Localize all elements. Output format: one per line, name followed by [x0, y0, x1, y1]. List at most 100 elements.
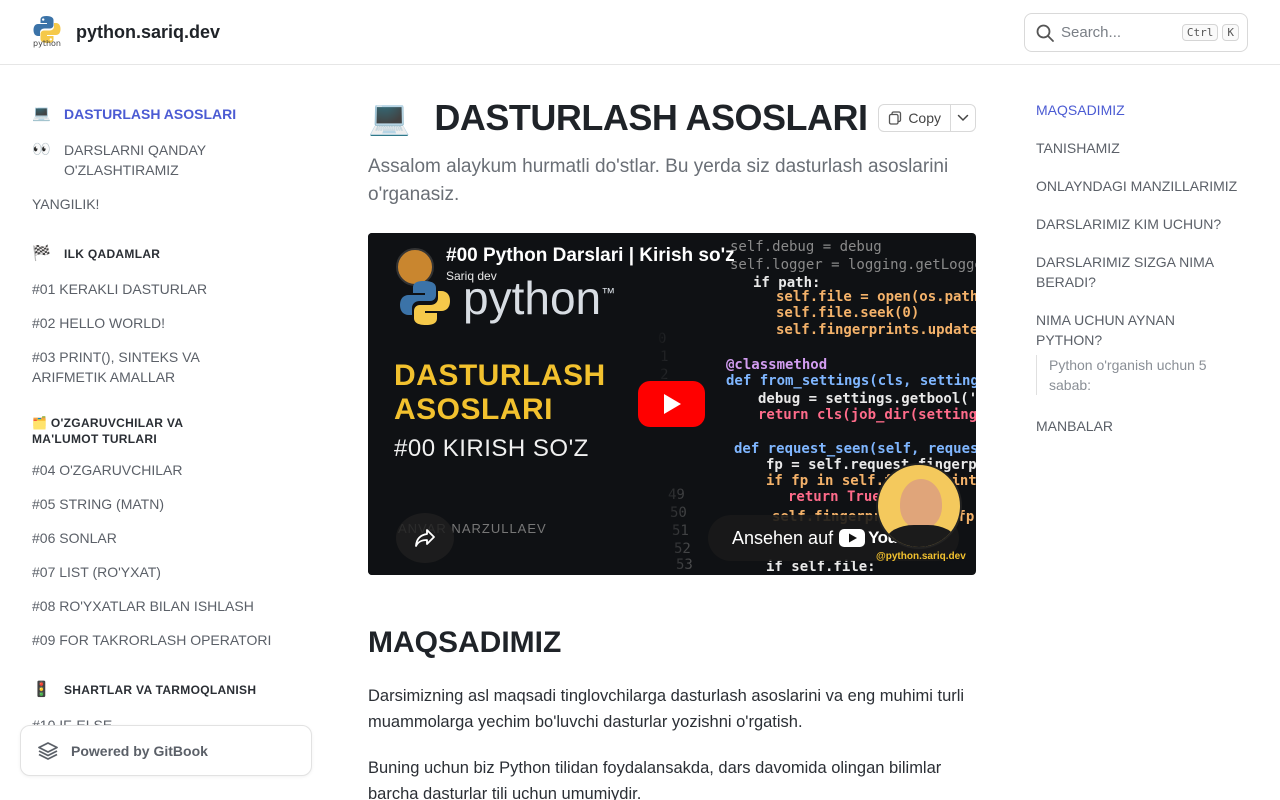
toc-item-maqsadimiz[interactable]: MAQSADIMIZ — [1036, 100, 1248, 120]
eyes-icon: 👀 — [32, 141, 51, 158]
sidebar-item-label: #08 RO'YXATLAR BILAN ISHLASH — [32, 598, 254, 614]
sidebar-item-label: DASTURLASH ASOSLARI — [64, 106, 237, 122]
sidebar-item-lesson-04[interactable]: #04 O'ZGARUVCHILAR — [32, 460, 183, 480]
toc-item-onlayndagi-manzillarimiz[interactable]: ONLAYNDAGI MANZILLARIMIZ — [1036, 176, 1248, 196]
video-headline-1: DASTURLASH — [394, 359, 606, 392]
laptop-icon: 💻 — [368, 99, 411, 137]
copy-icon — [889, 111, 902, 125]
watch-label: Ansehen auf — [732, 527, 834, 548]
code-line: return True — [788, 489, 881, 505]
code-line: self.debug = debug — [730, 239, 882, 255]
sidebar-item-label: DARSLARNI QANDAY O'ZLASHTIRAMIZ — [64, 142, 206, 178]
search-placeholder: Search... — [1061, 24, 1122, 41]
left-sidebar: 💻 DASTURLASH ASOSLARI 👀 DARSLARNI QANDAY… — [0, 65, 330, 800]
presenter-avatar — [876, 463, 962, 549]
play-button[interactable] — [638, 381, 705, 427]
shortcut-key-ctrl: Ctrl — [1181, 24, 1219, 41]
sidebar-item-darslarni-qanday[interactable]: 👀 DARSLARNI QANDAY O'ZLASHTIRAMIZ — [32, 140, 234, 180]
youtube-video-embed[interactable]: self.debug = debug self.logger = logging… — [368, 233, 976, 575]
code-line: debug = settings.getbool('DUPE — [758, 391, 976, 407]
video-headline-2: ASOSLARI — [394, 393, 554, 426]
copy-label: Copy — [908, 110, 941, 126]
video-headline-3: #00 KIRISH SO'Z — [394, 435, 589, 462]
file-dividers-icon: 🗂️ — [32, 416, 48, 430]
laptop-icon: 💻 — [32, 105, 51, 122]
top-header: python python.sariq.dev Search... Ctrl K — [0, 0, 1280, 65]
brand-link[interactable]: python python.sariq.dev — [32, 15, 220, 49]
python-logo-icon: python — [32, 15, 62, 49]
section-ozgaruvchilar: 🗂️ O'ZGARUVCHILAR VA MA'LUMOT TURLARI — [32, 415, 222, 447]
section-title-label: 🗂️ O'ZGARUVCHILAR VA MA'LUMOT TURLARI — [32, 415, 222, 447]
section-ilk-qadamlar: 🏁 ILK QADAMLAR — [32, 246, 160, 262]
sidebar-item-label: #04 O'ZGARUVCHILAR — [32, 462, 183, 478]
table-of-contents: MAQSADIMIZ TANISHAMIZ ONLAYNDAGI MANZILL… — [1036, 65, 1256, 800]
share-button[interactable] — [396, 513, 454, 563]
powered-by-label: Powered by GitBook — [71, 742, 208, 759]
sidebar-item-lesson-05[interactable]: #05 STRING (MATN) — [32, 494, 164, 514]
video-watermark: @python.sariq.dev — [876, 551, 966, 562]
face-shape — [900, 479, 942, 529]
paragraph: Buning uchun biz Python tilidan foydalan… — [368, 759, 942, 800]
code-line: self.logger = logging.getLogger — [730, 257, 976, 273]
sidebar-item-lesson-02[interactable]: #02 HELLO WORLD! — [32, 313, 165, 333]
section-title-label: SHARTLAR VA TARMOQLANISH — [64, 683, 257, 697]
sidebar-item-dasturlash-asoslari[interactable]: 💻 DASTURLASH ASOSLARI — [32, 104, 236, 124]
toc-subitem-python-sabab[interactable]: Python o'rganish uchun 5 sabab: — [1036, 355, 1236, 395]
sidebar-item-label: YANGILIK! — [32, 196, 100, 212]
site-title[interactable]: python.sariq.dev — [76, 22, 220, 43]
copy-button-group: Copy — [878, 104, 976, 132]
code-line: self.file = open(os.path.join — [776, 289, 976, 305]
search-icon — [1036, 24, 1054, 42]
toc-item-manbalar[interactable]: MANBALAR — [1036, 416, 1248, 436]
toc-item-darslarimiz-kim-uchun[interactable]: DARSLARIMIZ KIM UCHUN? — [1036, 214, 1248, 234]
logo-caption: python — [33, 39, 61, 48]
toc-item-tanishamiz[interactable]: TANISHAMIZ — [1036, 138, 1248, 158]
sidebar-item-label: #06 SONLAR — [32, 530, 117, 546]
code-line: def request_seen(self, request): — [734, 441, 976, 457]
sidebar-item-label: #07 LIST (RO'YXAT) — [32, 564, 161, 580]
video-title[interactable]: #00 Python Darslari | Kirish so'z — [446, 245, 735, 267]
paragraph: Darsimizning asl maqsadi tinglovchilarga… — [368, 687, 965, 731]
copy-button[interactable]: Copy — [879, 105, 951, 131]
code-line: @classmethod — [726, 357, 828, 373]
python-wordmark: python™ — [463, 271, 615, 325]
traffic-light-icon: 🚦 — [32, 681, 51, 698]
code-line: return cls(job_dir(settings), — [758, 407, 976, 423]
sidebar-item-label: #01 KERAKLI DASTURLAR — [32, 281, 208, 297]
code-line: def from_settings(cls, settings): — [726, 373, 976, 389]
sidebar-item-lesson-08[interactable]: #08 RO'YXATLAR BILAN ISHLASH — [32, 596, 254, 616]
sidebar-item-lesson-09[interactable]: #09 FOR TAKRORLASH OPERATORI — [32, 630, 271, 650]
sidebar-item-lesson-06[interactable]: #06 SONLAR — [32, 528, 117, 548]
search-input[interactable]: Search... Ctrl K — [1024, 13, 1248, 52]
python-wordmark-text: python — [463, 272, 602, 324]
main-content: 💻 DASTURLASH ASOSLARI Copy Assalom alayk… — [368, 65, 976, 800]
gitbook-icon — [38, 741, 58, 760]
sidebar-item-lesson-03[interactable]: #03 PRINT(), SINTEKS VA ARIFMETIK AMALLA… — [32, 347, 202, 387]
youtube-icon — [839, 529, 866, 547]
page-header: 💻 DASTURLASH ASOSLARI Copy — [368, 97, 976, 139]
sidebar-item-label: #03 PRINT(), SINTEKS VA ARIFMETIK AMALLA… — [32, 349, 200, 385]
section-title-text: O'ZGARUVCHILAR VA MA'LUMOT TURLARI — [32, 416, 183, 446]
chevron-down-icon — [957, 114, 969, 122]
toc-item-nima-uchun-python[interactable]: NIMA UCHUN AYNAN PYTHON? — [1036, 310, 1196, 350]
powered-by-gitbook-link[interactable]: Powered by GitBook — [20, 725, 312, 776]
page-subtitle: Assalom alaykum hurmatli do'stlar. Bu ye… — [368, 156, 949, 205]
python-logo-icon — [400, 281, 450, 325]
code-line: self.fingerprints.update(x.rs — [776, 322, 976, 338]
toc-item-darslarimiz-sizga-nima-beradi[interactable]: DARSLARIMIZ SIZGA NIMA BERADI? — [1036, 252, 1226, 292]
section-shartlar: 🚦 SHARTLAR VA TARMOQLANISH — [32, 682, 256, 698]
code-line: if self.file: — [766, 559, 876, 575]
shortcut-key-k: K — [1222, 24, 1239, 41]
sidebar-item-label: #09 FOR TAKRORLASH OPERATORI — [32, 632, 272, 648]
sidebar-item-lesson-01[interactable]: #01 KERAKLI DASTURLAR — [32, 279, 207, 299]
copy-options-dropdown[interactable] — [951, 105, 975, 131]
shirt-shape — [886, 525, 956, 547]
checkered-flag-icon: 🏁 — [32, 245, 51, 262]
section-title-label: ILK QADAMLAR — [64, 247, 161, 261]
sidebar-item-yangilik[interactable]: YANGILIK! — [32, 194, 99, 214]
page-title: DASTURLASH ASOSLARI — [434, 97, 868, 138]
trademark-mark: ™ — [601, 284, 616, 301]
play-icon — [663, 394, 681, 414]
section-heading-maqsadimiz: MAQSADIMIZ — [368, 626, 562, 659]
sidebar-item-lesson-07[interactable]: #07 LIST (RO'YXAT) — [32, 562, 161, 582]
